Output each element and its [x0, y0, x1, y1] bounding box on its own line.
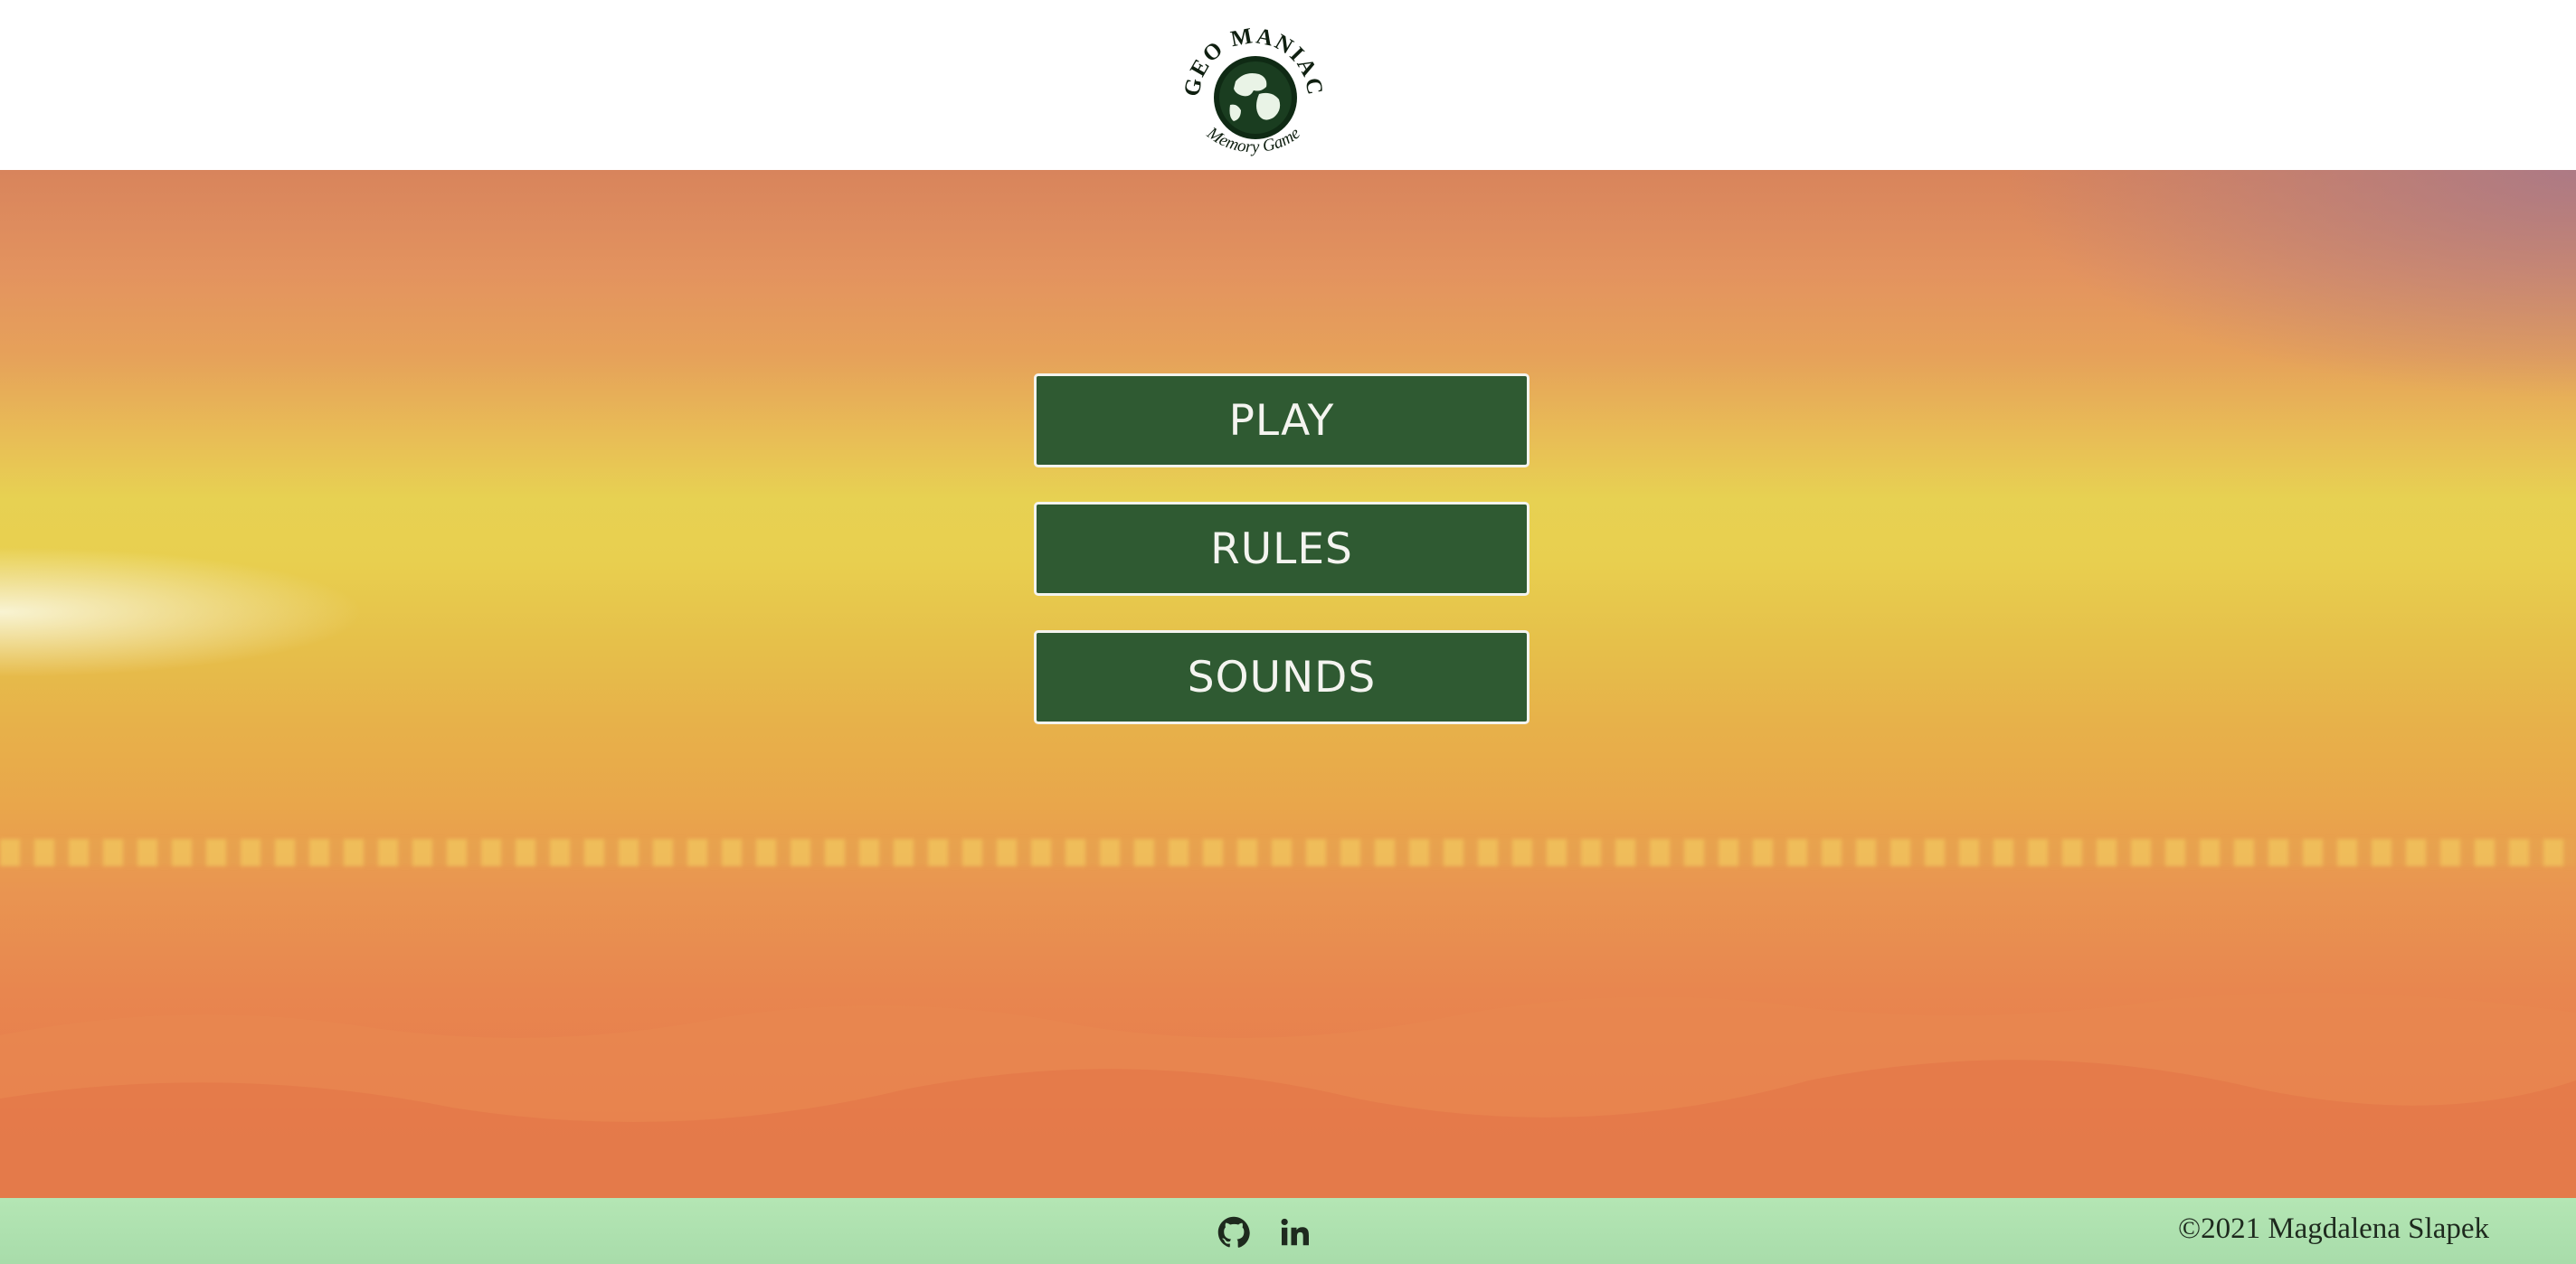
- github-icon: [1217, 1216, 1250, 1248]
- cloud-band: [0, 839, 2576, 866]
- copyright-text: ©2021 Magdalena Slapek: [2178, 1212, 2489, 1245]
- rules-button[interactable]: RULES: [1034, 502, 1530, 596]
- logo-graphic: GEO MANIAC Memory Game: [1179, 24, 1325, 156]
- geo-maniac-logo[interactable]: GEO MANIAC Memory Game: [1172, 18, 1335, 163]
- linkedin-icon: [1281, 1218, 1309, 1246]
- page-footer: ©2021 Magdalena Slapek: [0, 1198, 2576, 1264]
- sounds-button[interactable]: SOUNDS: [1034, 630, 1530, 724]
- mountain-silhouette: [0, 927, 2576, 1198]
- globe-icon: [1214, 56, 1297, 139]
- play-button[interactable]: PLAY: [1034, 373, 1530, 467]
- linkedin-link[interactable]: [1279, 1216, 1312, 1249]
- github-link[interactable]: [1217, 1216, 1250, 1249]
- page-header: GEO MANIAC Memory Game: [0, 0, 2576, 170]
